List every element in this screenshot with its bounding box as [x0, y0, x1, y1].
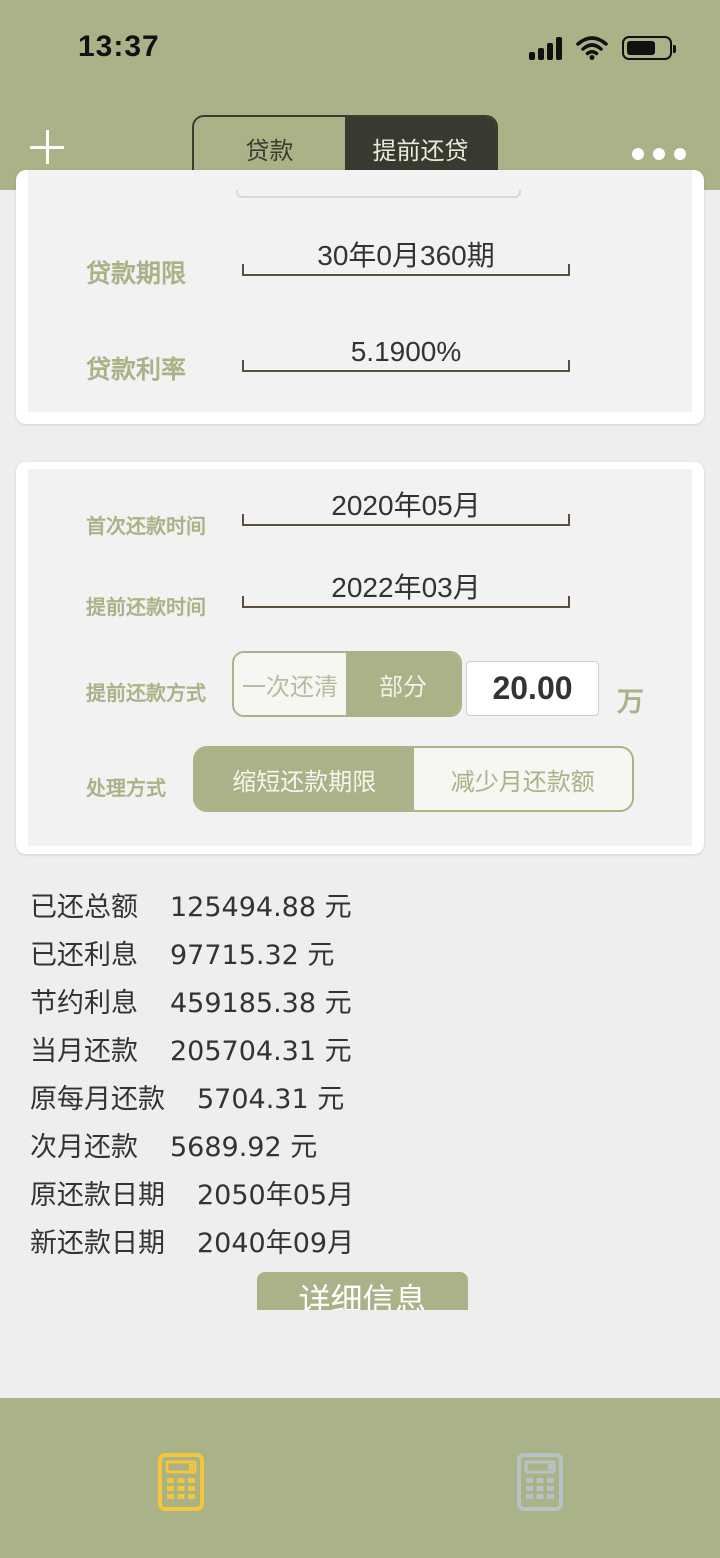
prepay-method-label: 提前还款方式: [86, 681, 206, 705]
result-value: 5704.31 元: [197, 1083, 345, 1115]
result-value: 5689.92 元: [170, 1131, 318, 1163]
calculator-icon[interactable]: [158, 1453, 204, 1511]
result-value: 97715.32 元: [170, 939, 335, 971]
result-label: 节约利息: [30, 987, 138, 1019]
first-payment-label: 首次还款时间: [86, 514, 206, 538]
option-partial[interactable]: 部分: [346, 653, 460, 715]
loan-rate-field[interactable]: 5.1900%: [242, 336, 570, 372]
add-icon[interactable]: [30, 130, 64, 164]
loan-rate-label: 贷款利率: [86, 355, 187, 384]
result-value: 2050年05月: [197, 1179, 355, 1211]
result-label: 新还款日期: [30, 1227, 165, 1259]
prepay-time-label: 提前还款时间: [86, 595, 206, 619]
prepay-amount-input[interactable]: 20.00: [466, 661, 599, 716]
detail-info-button[interactable]: 详细信息: [257, 1272, 468, 1310]
loan-term-field[interactable]: 30年0月360期: [242, 240, 570, 276]
result-row: 已还利息 97715.32 元: [30, 928, 354, 976]
result-row: 新还款日期 2040年09月: [30, 1216, 354, 1264]
prepay-time-field[interactable]: 2022年03月: [242, 572, 570, 608]
result-label: 次月还款: [30, 1131, 138, 1163]
result-value: 205704.31 元: [170, 1035, 352, 1067]
result-label: 原每月还款: [30, 1083, 165, 1115]
partial-input-field[interactable]: [236, 190, 521, 198]
results-list: 已还总额 125494.88 元 已还利息 97715.32 元 节约利息 45918…: [30, 880, 354, 1264]
result-label: 已还利息: [30, 939, 138, 971]
option-reduce-monthly[interactable]: 减少月还款额: [413, 748, 632, 810]
wifi-icon: [576, 36, 608, 60]
result-label: 原还款日期: [30, 1179, 165, 1211]
result-value: 2040年09月: [197, 1227, 355, 1259]
result-value: 125494.88 元: [170, 891, 352, 923]
result-row: 当月还款 205704.31 元: [30, 1024, 354, 1072]
status-icons: [529, 34, 676, 62]
result-value: 459185.38 元: [170, 987, 352, 1019]
result-row: 已还总额 125494.88 元: [30, 880, 354, 928]
process-method-label: 处理方式: [86, 776, 166, 800]
option-shorten-term[interactable]: 缩短还款期限: [195, 748, 414, 810]
calculator-icon[interactable]: [517, 1453, 563, 1511]
result-row: 次月还款 5689.92 元: [30, 1120, 354, 1168]
result-row: 原每月还款 5704.31 元: [30, 1072, 354, 1120]
result-row: 原还款日期 2050年05月: [30, 1168, 354, 1216]
loan-term-label: 贷款期限: [86, 259, 187, 288]
battery-icon: [622, 36, 676, 60]
process-method-segmented-control: 缩短还款期限 减少月还款额: [193, 746, 634, 812]
result-label: 当月还款: [30, 1035, 138, 1067]
prepay-method-segmented-control: 一次还清 部分: [232, 651, 462, 717]
signal-icon: [529, 36, 562, 60]
result-label: 已还总额: [30, 891, 138, 923]
more-icon[interactable]: [632, 148, 686, 160]
amount-unit: 万: [617, 687, 644, 718]
top-bar: 13:37 贷款 提前还贷: [0, 0, 720, 190]
option-full-payoff[interactable]: 一次还清: [234, 653, 346, 715]
result-row: 节约利息 459185.38 元: [30, 976, 354, 1024]
first-payment-field[interactable]: 2020年05月: [242, 490, 570, 526]
status-time: 13:37: [78, 30, 160, 63]
bottom-tab-bar: [0, 1398, 720, 1558]
